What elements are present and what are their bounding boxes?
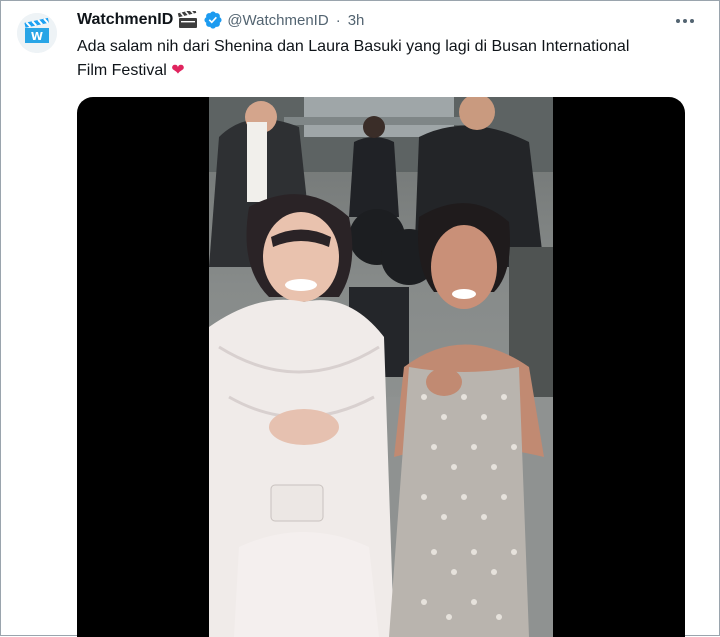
video-player[interactable] xyxy=(77,97,685,637)
video-still-icon xyxy=(209,97,553,637)
user-handle[interactable]: @WatchmenID xyxy=(227,12,328,29)
tweet-card[interactable]: W WatchmenID @WatchmenID · 3h Ada salam … xyxy=(0,0,720,637)
tweet-header: WatchmenID @WatchmenID · 3h xyxy=(77,9,364,31)
avatar-letter: W xyxy=(31,30,43,43)
timestamp[interactable]: 3h xyxy=(348,12,365,29)
video-frame[interactable] xyxy=(209,97,553,637)
avatar[interactable]: W xyxy=(17,13,57,53)
tweet-text: Ada salam nih dari Shenina dan Laura Bas… xyxy=(77,35,637,83)
separator-dot: · xyxy=(335,11,341,29)
verified-badge-icon[interactable] xyxy=(203,10,223,30)
clapperboard-logo-icon: W xyxy=(17,13,57,53)
tweet-body: Ada salam nih dari Shenina dan Laura Bas… xyxy=(77,38,630,79)
more-options-icon[interactable] xyxy=(673,11,697,31)
clapper-board-icon xyxy=(178,11,198,28)
display-name[interactable]: WatchmenID xyxy=(77,11,173,29)
red-heart-icon: ❤ xyxy=(171,62,185,79)
